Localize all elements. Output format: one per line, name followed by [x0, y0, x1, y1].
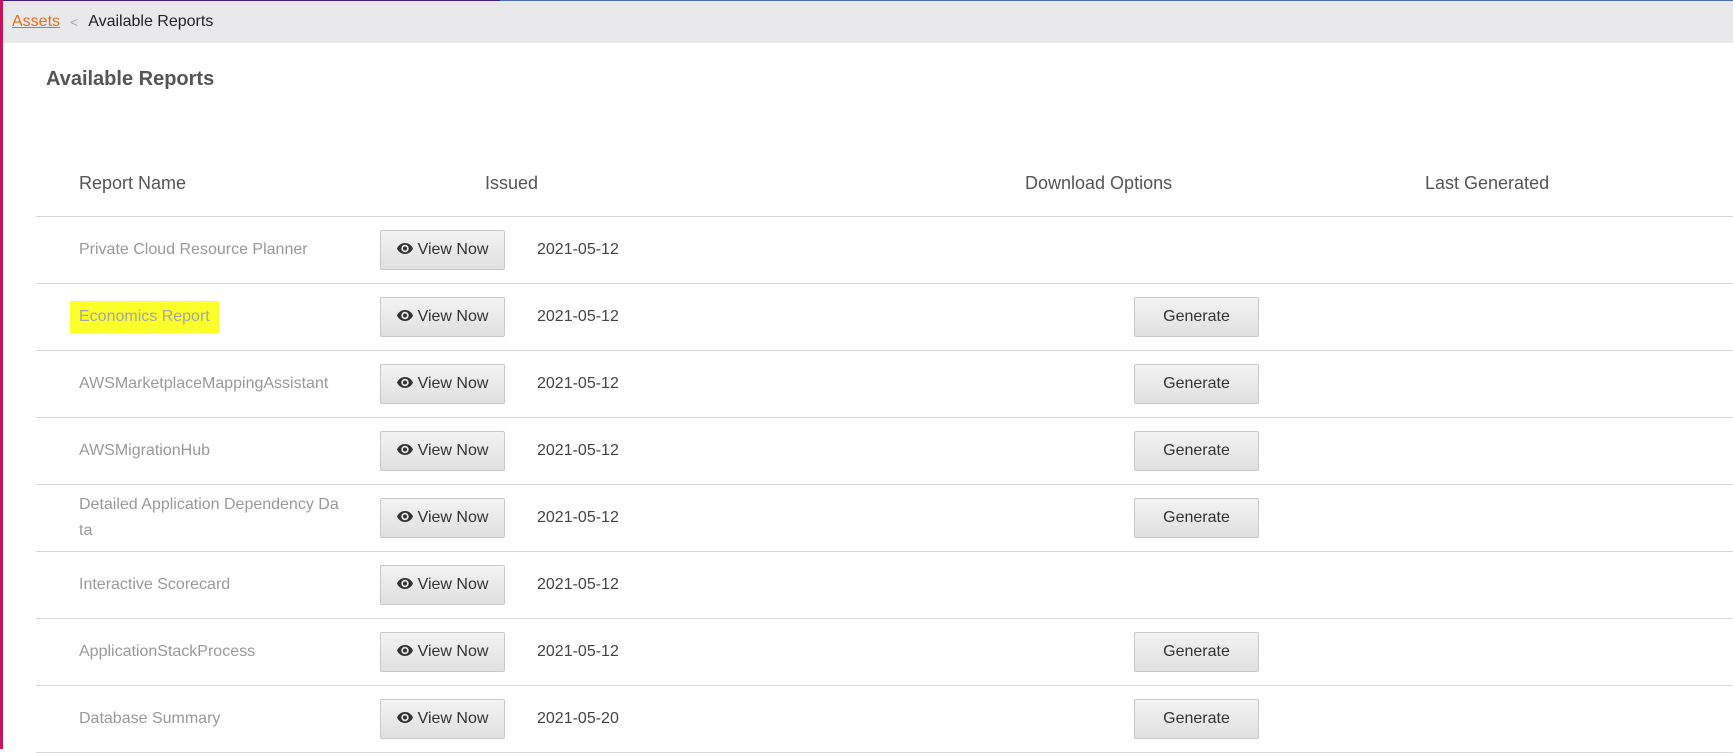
- eye-icon: [396, 643, 413, 661]
- view-now-button[interactable]: View Now: [380, 431, 505, 471]
- report-name-cell: AWSMigrationHub: [79, 418, 349, 484]
- eye-icon: [396, 576, 413, 594]
- eye-icon: [396, 375, 413, 393]
- eye-icon: [396, 509, 413, 527]
- generate-button[interactable]: Generate: [1134, 632, 1259, 672]
- report-name: ApplicationStackProcess: [79, 643, 256, 660]
- generate-button[interactable]: Generate: [1134, 699, 1259, 739]
- report-name-cell: Economics Report: [70, 284, 349, 350]
- eye-icon: [396, 442, 413, 460]
- reports-table: Report Name Issued Download Options Last…: [36, 139, 1733, 753]
- table-row: AWSMarketplaceMappingAssistant View Now 20…: [36, 351, 1733, 418]
- table-row: Database Summary View Now 2021-05-20 Genera…: [36, 686, 1733, 753]
- issued-date: 2021-05-12: [537, 643, 619, 660]
- table-row: ApplicationStackProcess View Now 2021-05-1…: [36, 619, 1733, 686]
- issued-date: 2021-05-12: [537, 576, 619, 593]
- view-now-button[interactable]: View Now: [380, 364, 505, 404]
- view-now-button[interactable]: View Now: [380, 230, 505, 270]
- view-now-button[interactable]: View Now: [380, 498, 505, 538]
- report-name-cell: Private Cloud Resource Planner: [79, 217, 349, 283]
- eye-icon: [396, 241, 413, 259]
- view-now-button[interactable]: View Now: [380, 632, 505, 672]
- main-content: Available Reports Report Name Issued Dow…: [9, 43, 1733, 753]
- report-name-cell: Detailed Application Dependency Da ta: [79, 485, 349, 551]
- issued-date: 2021-05-12: [537, 375, 619, 392]
- table-body: Private Cloud Resource Planner View Now 20…: [36, 217, 1733, 753]
- view-now-label: View Now: [417, 710, 489, 727]
- header-issued: Issued: [485, 173, 539, 193]
- view-now-label: View Now: [417, 643, 489, 660]
- header-download-options: Download Options: [1025, 173, 1173, 193]
- header-report-name: Report Name: [79, 173, 187, 193]
- breadcrumb-assets-link[interactable]: Assets: [12, 13, 60, 31]
- view-now-label: View Now: [417, 308, 489, 325]
- report-name: Detailed Application Dependency Da ta: [79, 496, 339, 539]
- page-title: Available Reports: [46, 68, 215, 90]
- table-row: Economics Report View Now 2021-05-12 Genera…: [36, 284, 1733, 351]
- table-header: Report Name Issued Download Options Last…: [36, 139, 1733, 217]
- report-name: Economics Report: [70, 301, 219, 333]
- breadcrumb: Assets < Available Reports: [3, 1, 1733, 43]
- breadcrumb-current: Available Reports: [88, 13, 214, 30]
- issued-date: 2021-05-12: [537, 241, 619, 258]
- report-name-cell: Database Summary: [79, 686, 349, 752]
- table-row: AWSMigrationHub View Now 2021-05-12 Generat…: [36, 418, 1733, 485]
- report-name: AWSMigrationHub: [79, 442, 211, 459]
- report-name: Interactive Scorecard: [79, 576, 231, 593]
- table-row: Detailed Application Dependency Da ta Vie…: [36, 485, 1733, 552]
- view-now-button[interactable]: View Now: [380, 297, 505, 337]
- table-row: Private Cloud Resource Planner View Now 20…: [36, 217, 1733, 284]
- generate-button[interactable]: Generate: [1134, 498, 1259, 538]
- report-name-cell: ApplicationStackProcess: [79, 619, 349, 685]
- view-now-label: View Now: [417, 442, 489, 459]
- report-name: AWSMarketplaceMappingAssistant: [79, 375, 329, 392]
- generate-button[interactable]: Generate: [1134, 364, 1259, 404]
- view-now-button[interactable]: View Now: [380, 565, 505, 605]
- view-now-button[interactable]: View Now: [380, 699, 505, 739]
- view-now-label: View Now: [417, 509, 489, 526]
- issued-date: 2021-05-12: [537, 442, 619, 459]
- generate-button[interactable]: Generate: [1134, 297, 1259, 337]
- eye-icon: [396, 308, 413, 326]
- table-row: Interactive Scorecard View Now 2021-05-12: [36, 552, 1733, 619]
- generate-button[interactable]: Generate: [1134, 431, 1259, 471]
- breadcrumb-separator: <: [70, 14, 79, 30]
- issued-date: 2021-05-12: [537, 509, 619, 526]
- report-name-cell: Interactive Scorecard: [79, 552, 349, 618]
- view-now-label: View Now: [417, 375, 489, 392]
- issued-date: 2021-05-20: [537, 710, 619, 727]
- view-now-label: View Now: [417, 241, 489, 258]
- report-name: Database Summary: [79, 710, 221, 727]
- report-name-cell: AWSMarketplaceMappingAssistant: [79, 351, 349, 417]
- window-left-border: [0, 0, 3, 749]
- issued-date: 2021-05-12: [537, 308, 619, 325]
- report-name: Private Cloud Resource Planner: [79, 241, 308, 258]
- view-now-label: View Now: [417, 576, 489, 593]
- header-last-generated: Last Generated: [1425, 173, 1550, 193]
- eye-icon: [396, 710, 413, 728]
